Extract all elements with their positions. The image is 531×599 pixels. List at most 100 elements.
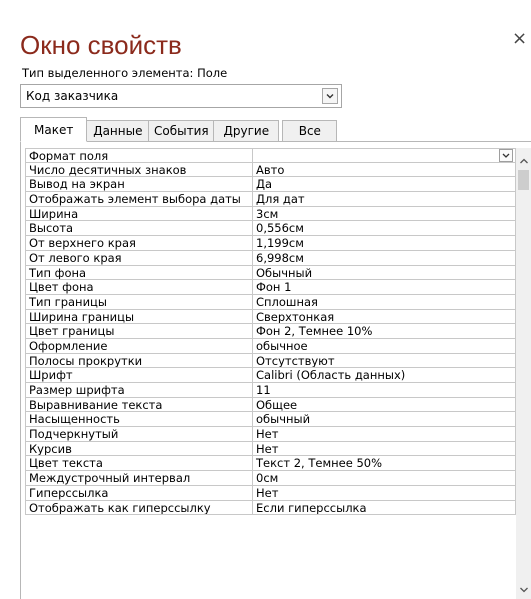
property-value-text: Сверхтонкая	[256, 309, 335, 324]
property-grid: Формат поля Число десятичных знаков Авто Вы…	[25, 148, 516, 599]
property-value[interactable]: Для дат	[253, 192, 516, 206]
property-name: Формат поля	[25, 149, 253, 162]
property-name: Тип границы	[25, 294, 253, 309]
property-row[interactable]: Высота 0,556см	[25, 221, 516, 237]
property-row[interactable]: Междустрочный интервал 0см	[25, 471, 516, 486]
property-name: Тип фона	[25, 265, 253, 280]
property-value-text: Calibri (Область данных)	[256, 368, 406, 382]
property-value-text: Текст 2, Темнее 50%	[256, 456, 383, 471]
tab-other[interactable]: Другие	[214, 120, 280, 142]
property-name: Шрифт	[25, 368, 253, 382]
property-name: Размер шрифта	[25, 383, 253, 397]
property-value[interactable]: обычное	[253, 338, 516, 353]
property-row[interactable]: Формат поля	[25, 148, 516, 163]
object-selector[interactable]: Код заказчика	[20, 84, 342, 108]
property-row[interactable]: Вывод на экран Да	[25, 177, 516, 193]
property-name: Курсив	[25, 441, 253, 456]
property-row[interactable]: Гиперссылка Нет	[25, 485, 516, 501]
property-value[interactable]: 3см	[253, 206, 516, 221]
property-row[interactable]: Ширина границы Сверхтонкая	[25, 309, 516, 325]
property-row[interactable]: От верхнего края 1,199см	[25, 236, 516, 251]
property-value-text: Авто	[256, 162, 285, 177]
property-row[interactable]: Тип границы Сплошная	[25, 294, 516, 310]
chevron-down-icon[interactable]	[516, 582, 531, 597]
property-value-text: 0см	[256, 471, 279, 485]
property-row[interactable]: От левого края 6,998см	[25, 250, 516, 266]
chevron-up-icon[interactable]	[516, 153, 531, 168]
tab-events[interactable]: События	[149, 120, 215, 142]
vertical-scrollbar[interactable]	[516, 148, 531, 599]
property-row[interactable]: Цвет границы Фон 2, Темнее 10%	[25, 324, 516, 339]
property-value-text: Нет	[256, 485, 279, 500]
property-value-text: Нет	[256, 427, 279, 441]
property-value[interactable]: 0,556см	[253, 221, 516, 236]
property-value-text: обычное	[256, 338, 308, 353]
property-row[interactable]: Цвет фона Фон 1	[25, 280, 516, 295]
property-name: Отображать как гиперссылку	[25, 500, 253, 515]
chevron-down-icon[interactable]	[322, 88, 338, 104]
scrollbar-thumb[interactable]	[518, 170, 529, 190]
property-row[interactable]: Число десятичных знаков Авто	[25, 162, 516, 178]
property-name: Цвет фона	[25, 280, 253, 294]
property-value[interactable]: Обычный	[253, 265, 516, 280]
property-name: Цвет границы	[25, 324, 253, 338]
property-value[interactable]: Фон 2, Темнее 10%	[253, 324, 516, 338]
property-name: От левого края	[25, 250, 253, 265]
property-name: Цвет текста	[25, 456, 253, 471]
property-value[interactable]: Текст 2, Темнее 50%	[253, 456, 516, 471]
property-row[interactable]: Полосы прокрутки Отсутствуют	[25, 353, 516, 369]
property-name: Ширина границы	[25, 309, 253, 324]
tab-all[interactable]: Все	[282, 120, 338, 142]
property-value[interactable]: Общее	[253, 397, 516, 412]
property-row[interactable]: Тип фона Обычный	[25, 265, 516, 281]
property-value[interactable]: 6,998см	[253, 250, 516, 265]
property-name: От верхнего края	[25, 236, 253, 250]
chevron-down-icon[interactable]	[499, 149, 513, 162]
property-value[interactable]: Calibri (Область данных)	[253, 368, 516, 382]
property-value-text: Общее	[256, 397, 298, 412]
property-value[interactable]	[253, 149, 516, 162]
property-value[interactable]: Если гиперссылка	[253, 500, 516, 515]
property-row[interactable]: Оформление обычное	[25, 338, 516, 354]
property-value[interactable]: Сплошная	[253, 294, 516, 309]
property-value[interactable]: Нет	[253, 485, 516, 500]
property-value[interactable]: Отсутствуют	[253, 353, 516, 368]
property-name: Оформление	[25, 338, 253, 353]
property-value[interactable]: 0см	[253, 471, 516, 485]
property-value-text: Фон 1	[256, 280, 292, 294]
property-name: Насыщенность	[25, 412, 253, 427]
property-row[interactable]: Шрифт Calibri (Область данных)	[25, 368, 516, 383]
property-name: Подчеркнутый	[25, 427, 253, 441]
property-value[interactable]: 1,199см	[253, 236, 516, 250]
property-row[interactable]: Ширина 3см	[25, 206, 516, 222]
property-name: Гиперссылка	[25, 485, 253, 500]
property-row[interactable]: Отображать как гиперссылку Если гиперссыл…	[25, 500, 516, 516]
property-name: Выравнивание текста	[25, 397, 253, 412]
property-value[interactable]: обычный	[253, 412, 516, 427]
property-row[interactable]: Отображать элемент выбора даты Для дат	[25, 192, 516, 207]
window-title: Окно свойств	[20, 30, 182, 60]
property-value[interactable]: Да	[253, 177, 516, 192]
property-value-text: 0,556см	[256, 221, 304, 236]
property-row[interactable]: Цвет текста Текст 2, Темнее 50%	[25, 456, 516, 472]
property-row[interactable]: Насыщенность обычный	[25, 412, 516, 428]
property-value[interactable]: 11	[253, 383, 516, 397]
close-icon[interactable]: ×	[512, 28, 527, 49]
property-value[interactable]: Нет	[253, 427, 516, 441]
property-value-text: 11	[256, 383, 271, 397]
property-row[interactable]: Подчеркнутый Нет	[25, 427, 516, 442]
property-value-text: Для дат	[256, 192, 305, 206]
tab-data[interactable]: Данные	[87, 120, 150, 142]
property-value[interactable]: Сверхтонкая	[253, 309, 516, 324]
property-row[interactable]: Размер шрифта 11	[25, 383, 516, 398]
property-value[interactable]: Фон 1	[253, 280, 516, 294]
property-value-text: Фон 2, Темнее 10%	[256, 324, 373, 338]
tab-layout[interactable]: Макет	[20, 117, 88, 142]
property-value[interactable]: Авто	[253, 162, 516, 177]
object-selector-value: Код заказчика	[26, 89, 119, 103]
property-row[interactable]: Курсив Нет	[25, 441, 516, 457]
property-value[interactable]: Нет	[253, 441, 516, 456]
property-row[interactable]: Выравнивание текста Общее	[25, 397, 516, 413]
property-name: Вывод на экран	[25, 177, 253, 192]
property-name: Отображать элемент выбора даты	[25, 192, 253, 206]
